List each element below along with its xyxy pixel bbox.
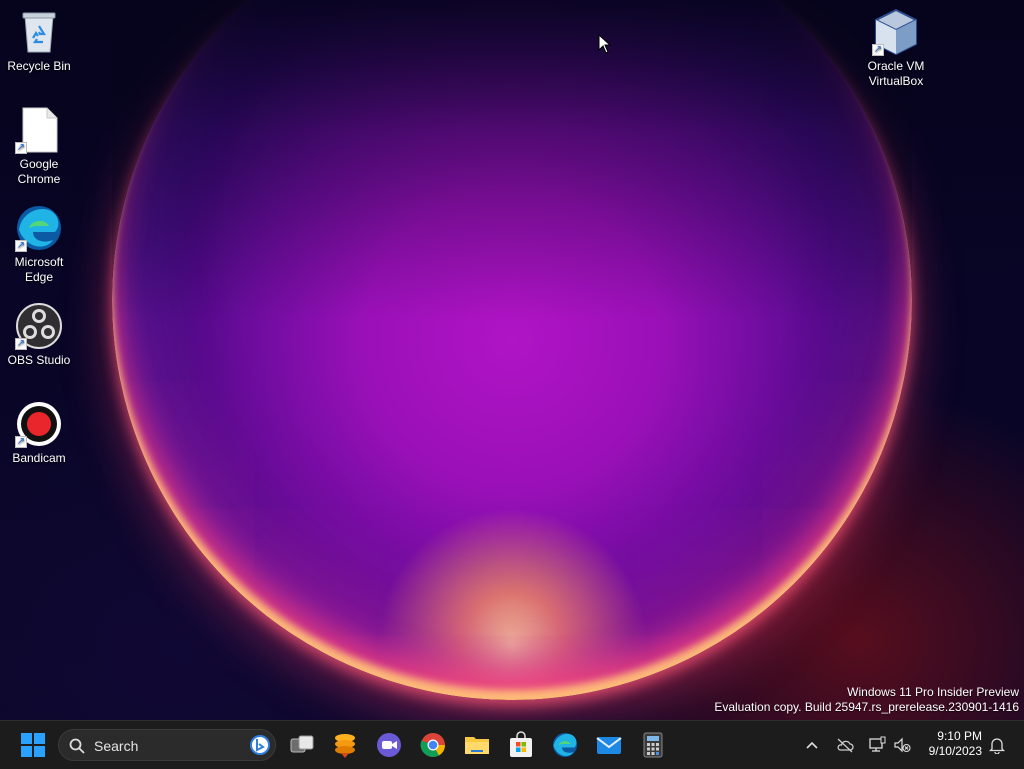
clock-date: 9/10/2023: [928, 744, 982, 758]
taskbar-app-calculator[interactable]: [639, 731, 667, 759]
task-view-button[interactable]: [288, 731, 316, 759]
desktop-icon-google-chrome[interactable]: ↗ Google Chrome: [1, 106, 77, 187]
desktop-icon-label: Recycle Bin: [7, 59, 71, 73]
obs-icon: ↗: [15, 302, 63, 350]
desktop-icon-microsoft-edge[interactable]: ↗ Microsoft Edge: [1, 204, 77, 285]
clock-time: 9:10 PM: [937, 729, 982, 743]
evaluation-watermark: Windows 11 Pro Insider Preview Evaluatio…: [714, 685, 1019, 714]
notifications-button[interactable]: [988, 736, 1006, 759]
desktop-icon-label: Edge: [24, 270, 54, 284]
taskbar-app-store[interactable]: [507, 731, 535, 759]
desktop-icon-label: Bandicam: [12, 451, 66, 465]
desktop-icon-label: Oracle VM: [867, 59, 925, 73]
shortcut-arrow-icon: ↗: [15, 338, 27, 350]
chrome-icon: [420, 733, 445, 758]
mail-icon: [596, 737, 622, 754]
clock-button[interactable]: 9:10 PM 9/10/2023: [929, 729, 982, 759]
chevron-up-icon: [806, 741, 818, 749]
stack-app-icon: [335, 734, 355, 758]
network-icon: [869, 736, 886, 752]
desktop-icon-label: Chrome: [17, 172, 61, 186]
taskbar: Search 9:10 PM 9/10/2023: [0, 720, 1024, 769]
desktop-icon-obs-studio[interactable]: ↗ OBS Studio: [1, 302, 77, 368]
volume-button[interactable]: [893, 736, 911, 759]
network-button[interactable]: [868, 736, 886, 759]
desktop-icon-label: OBS Studio: [7, 353, 71, 367]
bandicam-icon: ↗: [15, 400, 63, 448]
store-icon: [510, 731, 532, 757]
recycle-bin-icon: [15, 8, 63, 56]
calculator-icon: [643, 732, 663, 758]
search-placeholder: Search: [94, 738, 139, 754]
taskbar-app-stack[interactable]: [331, 731, 359, 759]
taskbar-app-mail[interactable]: [595, 731, 623, 759]
file-explorer-icon: [465, 737, 489, 754]
desktop-icon-label: Microsoft: [14, 255, 64, 269]
desktop-icon-bandicam[interactable]: ↗ Bandicam: [1, 400, 77, 466]
show-hidden-icons-button[interactable]: [804, 737, 820, 758]
bell-icon: [988, 738, 1006, 755]
cloud-offline-icon: [837, 738, 854, 753]
taskbar-app-edge[interactable]: [551, 731, 579, 759]
taskbar-app-file-explorer[interactable]: [463, 731, 491, 759]
document-icon: ↗: [15, 106, 63, 154]
bing-chat-icon[interactable]: [250, 735, 270, 755]
desktop-icon-recycle-bin[interactable]: Recycle Bin: [1, 8, 77, 74]
volume-muted-icon: [894, 737, 911, 753]
teams-meet-icon: [377, 733, 401, 757]
edge-icon: ↗: [15, 204, 63, 252]
desktop-icon-label: Google: [19, 157, 59, 171]
start-button[interactable]: [19, 731, 47, 759]
desktop-icon-oracle-vm-virtualbox[interactable]: ↗ Oracle VM VirtualBox: [858, 8, 934, 89]
shortcut-arrow-icon: ↗: [15, 436, 27, 448]
taskbar-search-box[interactable]: Search: [58, 729, 276, 761]
onedrive-status-button[interactable]: [836, 736, 854, 759]
shortcut-arrow-icon: ↗: [15, 142, 27, 154]
task-view-icon: [290, 735, 314, 753]
edge-icon: [553, 733, 577, 757]
start-icon: [21, 733, 45, 757]
taskbar-app-chrome[interactable]: [419, 731, 447, 759]
search-icon: [69, 738, 85, 754]
shortcut-arrow-icon: ↗: [15, 240, 27, 252]
shortcut-arrow-icon: ↗: [872, 44, 884, 56]
desktop-wallpaper: [0, 0, 1024, 720]
taskbar-app-meet[interactable]: [375, 731, 403, 759]
desktop-icon-label: VirtualBox: [868, 74, 924, 88]
virtualbox-icon: ↗: [872, 8, 920, 56]
